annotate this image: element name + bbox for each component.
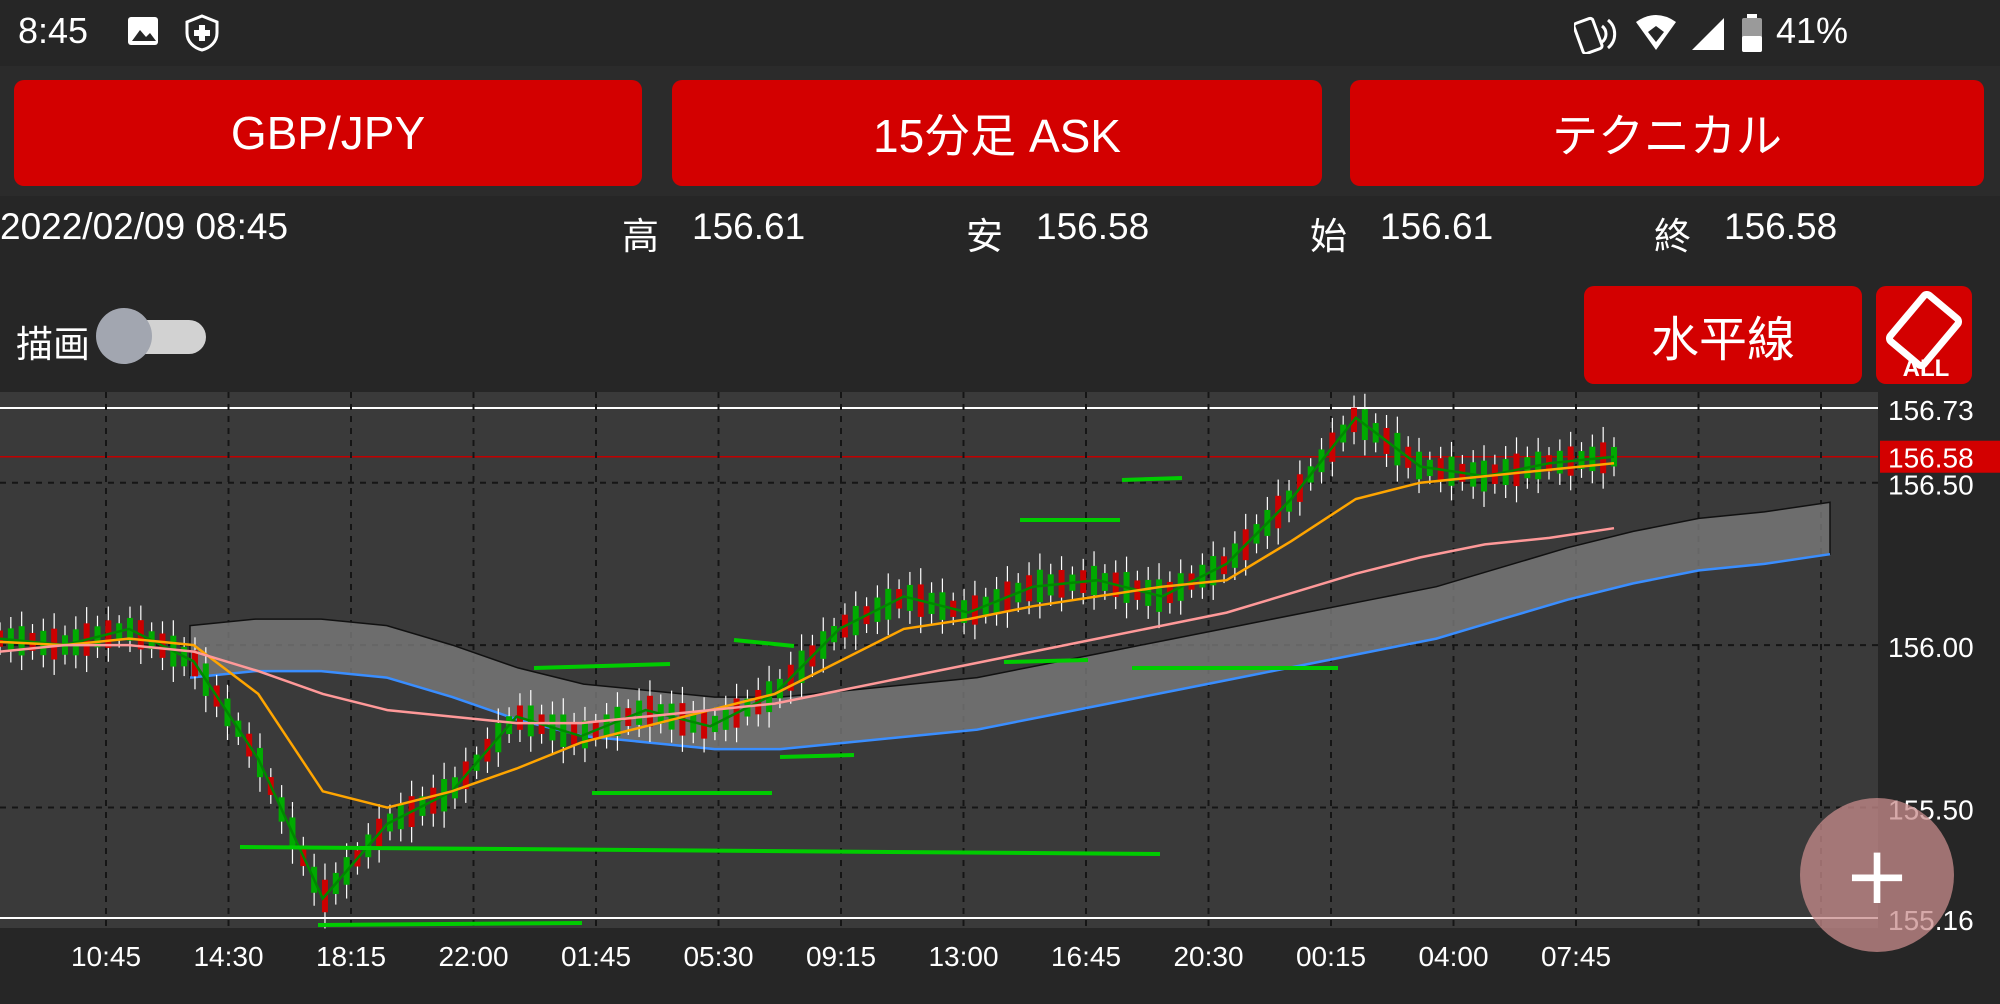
time-tick-label: 09:15 <box>806 941 876 972</box>
price-tick-label: 156.50 <box>1888 470 1974 501</box>
ohlc-info: 2022/02/09 08:45 高 156.61 安 156.58 始 156… <box>0 206 2000 266</box>
plus-icon: + <box>1843 828 1911 922</box>
drawn-horizontal-line[interactable] <box>779 753 855 759</box>
current-price-label: 156.58 <box>1888 443 1974 474</box>
eraser-icon: ALL <box>1885 291 1963 382</box>
price-chart[interactable]: 156.73156.50156.00155.50155.16156.58 10:… <box>0 350 2000 1000</box>
add-button[interactable]: + <box>1800 798 1954 952</box>
drawn-horizontal-line[interactable] <box>317 921 583 927</box>
high-value: 156.61 <box>692 206 806 247</box>
drawn-horizontal-line[interactable] <box>1121 476 1183 482</box>
close-label: 終 <box>1654 216 1691 257</box>
time-tick-label: 22:00 <box>438 941 508 972</box>
close-value: 156.58 <box>1724 206 1838 247</box>
open-label: 始 <box>1310 216 1347 257</box>
clear-all-drawings-button[interactable]: ALL <box>1876 286 1972 384</box>
time-tick-label: 01:45 <box>561 941 631 972</box>
price-tick-label: 156.73 <box>1888 395 1974 426</box>
currency-pair-button[interactable]: GBP/JPY <box>14 80 642 186</box>
drawn-horizontal-line[interactable] <box>1003 658 1089 664</box>
time-tick-label: 18:15 <box>316 941 386 972</box>
bar-datetime: 2022/02/09 08:45 <box>0 206 289 247</box>
time-tick-label: 14:30 <box>193 941 263 972</box>
technical-button[interactable]: テクニカル <box>1350 80 1984 186</box>
time-axis-background <box>0 928 2000 1000</box>
time-tick-label: 10:45 <box>71 941 141 972</box>
clear-all-label: ALL <box>1903 355 1950 382</box>
battery-percent: 41% <box>1776 10 1849 51</box>
signal-icon <box>1692 18 1724 50</box>
drawing-label: 描画 <box>16 324 90 365</box>
time-tick-label: 07:45 <box>1541 941 1611 972</box>
price-tick-label: 156.00 <box>1888 632 1974 663</box>
low-value: 156.58 <box>1036 206 1150 247</box>
time-tick-label: 00:15 <box>1296 941 1366 972</box>
drawing-toggle-knob[interactable] <box>96 308 152 364</box>
chart-svg[interactable]: 156.73156.50156.00155.50155.16156.58 10:… <box>0 350 2000 1000</box>
open-value: 156.61 <box>1380 206 1494 247</box>
battery-icon <box>1742 14 1762 52</box>
time-tick-label: 13:00 <box>928 941 998 972</box>
time-tick-label: 16:45 <box>1051 941 1121 972</box>
status-time: 8:45 <box>18 10 89 51</box>
high-label: 高 <box>622 216 659 257</box>
wifi-icon <box>1636 15 1676 50</box>
horizontal-line-button[interactable]: 水平線 <box>1584 286 1862 384</box>
time-tick-label: 04:00 <box>1418 941 1488 972</box>
nfc-icon <box>1574 16 1617 54</box>
timeframe-button[interactable]: 15分足 ASK <box>672 80 1322 186</box>
low-label: 安 <box>966 216 1003 257</box>
time-tick-label: 20:30 <box>1173 941 1243 972</box>
shield-icon <box>185 14 219 52</box>
time-tick-label: 05:30 <box>683 941 753 972</box>
status-bar: 8:45 41% <box>0 0 2000 66</box>
image-icon <box>128 17 158 45</box>
